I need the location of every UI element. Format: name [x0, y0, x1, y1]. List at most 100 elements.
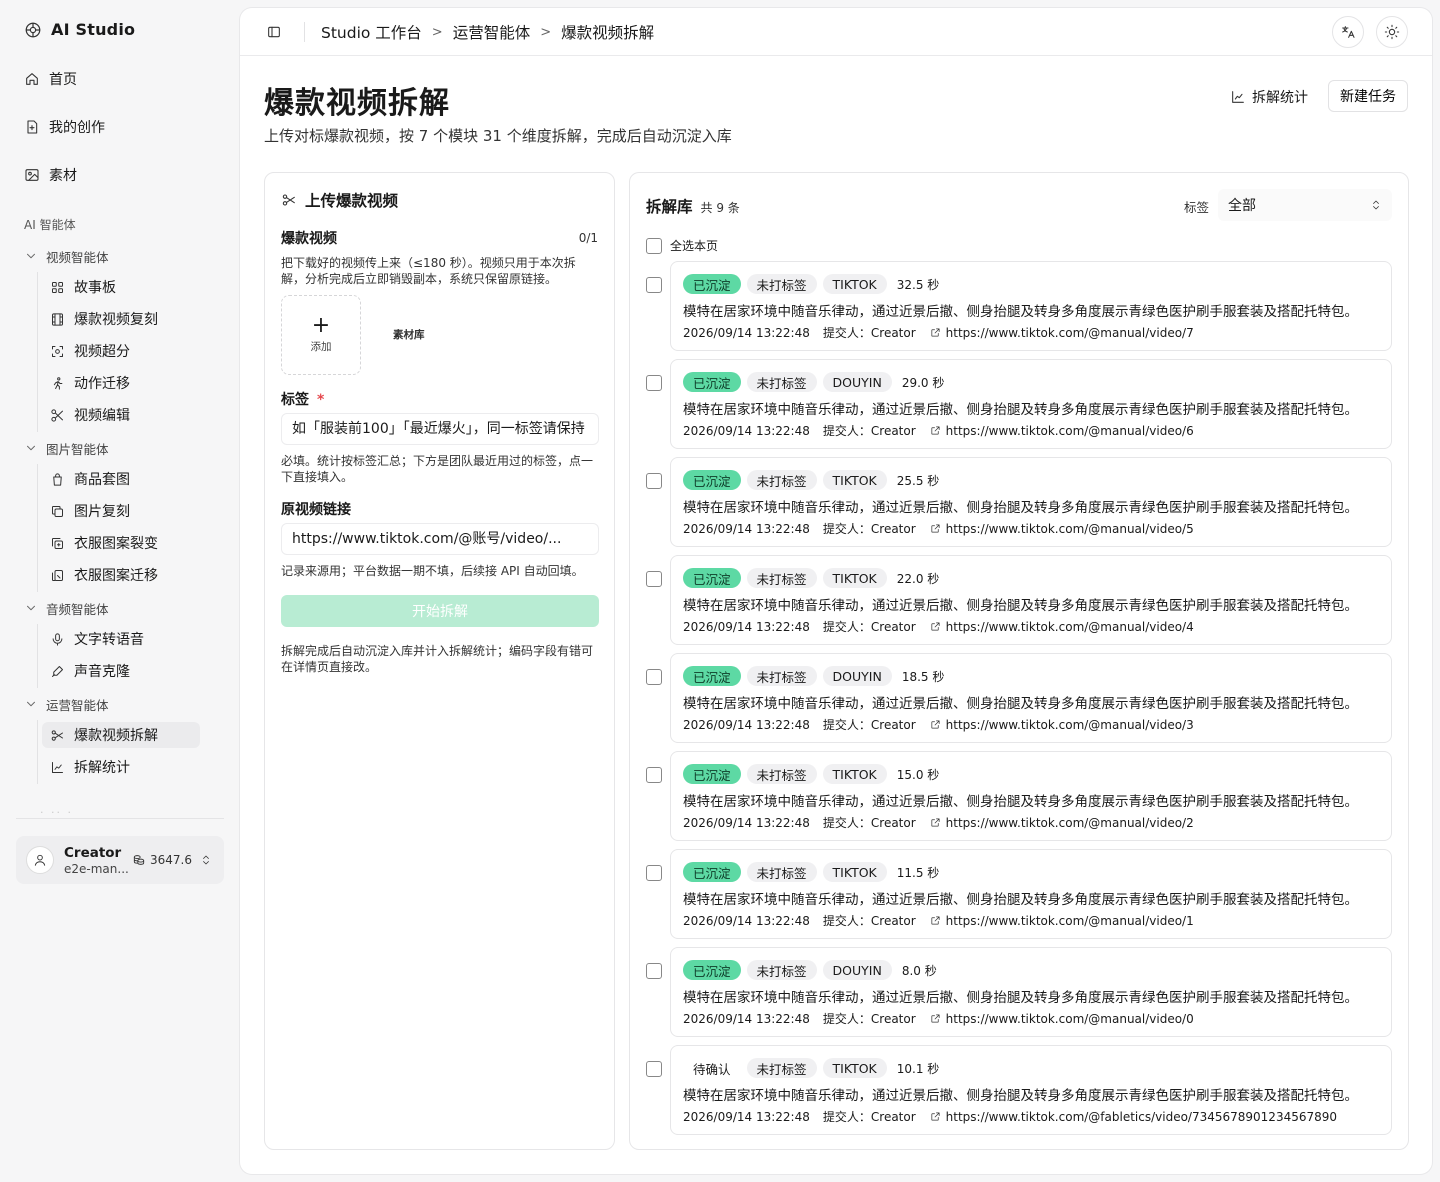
sidebar-item-voice-clone[interactable]: 声音克隆: [42, 658, 200, 684]
table-row[interactable]: 已沉淀 未打标签 TIKTOK 22.0 秒模特在居家环境中随音乐律动，通过近景后撤、…: [670, 555, 1392, 645]
status-badge: 已沉淀: [683, 470, 741, 490]
submitter-label: 提交人：: [822, 1012, 871, 1026]
source-link-input[interactable]: https://www.tiktok.com/@账号/video/...: [281, 523, 599, 555]
row-checkbox[interactable]: [646, 669, 662, 685]
row-checkbox[interactable]: [646, 571, 662, 587]
row-checkbox[interactable]: [646, 767, 662, 783]
status-badge: 已沉淀: [683, 274, 741, 294]
table-row[interactable]: 已沉淀 未打标签 DOUYIN 8.0 秒模特在居家环境中随音乐律动，通过近景后撤、侧…: [670, 947, 1392, 1037]
nav-materials[interactable]: 素材: [24, 163, 77, 187]
row-badges: 已沉淀 未打标签 DOUYIN 8.0 秒: [683, 960, 937, 980]
source-url-link[interactable]: https://www.tiktok.com/@manual/video/1: [946, 914, 1194, 928]
tag-input[interactable]: 如「服装前100」「最近爆火」，同一标签请保持: [281, 413, 599, 445]
source-url-link[interactable]: https://www.tiktok.com/@manual/video/5: [946, 522, 1194, 536]
breakdown-stats-link[interactable]: 拆解统计: [1230, 87, 1308, 107]
source-url-link[interactable]: https://www.tiktok.com/@manual/video/2: [946, 816, 1194, 830]
status-badge: 已沉淀: [683, 960, 741, 980]
sidebar-item-image-replicate[interactable]: 图片复刻: [42, 498, 200, 524]
table-row[interactable]: 已沉淀 未打标签 TIKTOK 25.5 秒模特在居家环境中随音乐律动，通过近景后撤、…: [670, 457, 1392, 547]
sidebar-item-pattern-variation[interactable]: 衣服图案裂变: [42, 530, 200, 556]
submitter-label: 提交人：: [822, 326, 871, 340]
user-menu[interactable]: Creator e2e-man... 3647.6: [16, 836, 224, 884]
nav-creations[interactable]: 我的创作: [24, 115, 105, 139]
footer-help-text: 拆解完成后自动沉淀入库并计入拆解统计；编码字段有错可在详情页直接改。: [281, 644, 594, 674]
group-image-agents[interactable]: 图片智能体: [24, 438, 109, 458]
row-description: 模特在居家环境中随音乐律动，通过近景后撤、侧身抬腿及转身多角度展示青绿色医护刷手…: [683, 794, 1358, 810]
table-row[interactable]: 待确认 未打标签 TIKTOK 10.1 秒模特在居家环境中随音乐律动，通过近景后撤、…: [670, 1045, 1392, 1135]
group-ops-agents[interactable]: 运营智能体: [24, 694, 109, 714]
source-url-link[interactable]: https://www.tiktok.com/@manual/video/7: [946, 326, 1194, 340]
tag-filter-select[interactable]: 全部: [1218, 189, 1392, 221]
upload-card: 上传爆款视频 爆款视频 0/1 把下载好的视频传上来（≤180 秒）。视频只用于…: [264, 172, 615, 1150]
row-badges: 已沉淀 未打标签 DOUYIN 18.5 秒: [683, 666, 944, 686]
table-row[interactable]: 已沉淀 未打标签 TIKTOK 15.0 秒模特在居家环境中随音乐律动，通过近景后撤、…: [670, 751, 1392, 841]
checkbox[interactable]: [646, 237, 662, 254]
sidebar: AI Studio 首页 我的创作 素材 AI 智能体 视频智能体 故事板 爆款…: [0, 0, 240, 1182]
row-meta: 2026/09/14 13:22:48 提交人： Creator https://ww…: [683, 814, 1194, 831]
row-badges: 已沉淀 未打标签 TIKTOK 32.5 秒: [683, 274, 939, 294]
group-audio-agents[interactable]: 音频智能体: [24, 598, 109, 618]
sidebar-item-viral-video-breakdown[interactable]: 爆款视频拆解: [42, 722, 200, 748]
link-help-text: 记录来源用；平台数据一期不填，后续接 API 自动回填。: [281, 564, 584, 578]
sidebar-item-pattern-transfer[interactable]: 衣服图案迁移: [42, 562, 200, 588]
library-count: 共 9 条: [700, 201, 740, 215]
sidebar-item-breakdown-stats[interactable]: 拆解统计: [42, 754, 200, 780]
table-row[interactable]: 已沉淀 未打标签 DOUYIN 18.5 秒模特在居家环境中随音乐律动，通过近景后撤、…: [670, 653, 1392, 743]
new-task-button[interactable]: 新建任务: [1328, 80, 1408, 112]
duration: 25.5 秒: [896, 473, 940, 488]
sidebar-item-label: 爆款视频复刻: [74, 312, 158, 328]
brand[interactable]: AI Studio: [24, 20, 135, 39]
row-meta: 2026/09/14 13:22:48 提交人： Creator https://ww…: [683, 618, 1194, 635]
sidebar-item-viral-video-replicate[interactable]: 爆款视频复刻: [42, 306, 200, 332]
sidebar-toggle-button[interactable]: [266, 24, 282, 40]
row-description: 模特在居家环境中随音乐律动，通过近景后撤、侧身抬腿及转身多角度展示青绿色医护刷手…: [683, 500, 1358, 516]
sidebar-item-motion-transfer[interactable]: 动作迁移: [42, 370, 200, 396]
sidebar-item-label: 声音克隆: [74, 664, 130, 680]
top-bar: Studio 工作台 > 运营智能体 > 爆款视频拆解: [240, 8, 1432, 56]
tree-line: [37, 272, 38, 432]
breadcrumb-item-ops[interactable]: 运营智能体: [453, 21, 531, 43]
external-link-icon: [931, 916, 940, 925]
sidebar-item-storyboard[interactable]: 故事板: [42, 274, 200, 300]
sidebar-item-text-to-speech[interactable]: 文字转语音: [42, 626, 200, 652]
material-library-link[interactable]: 素材库: [393, 327, 425, 342]
group-video-agents[interactable]: 视频智能体: [24, 246, 109, 266]
sidebar-item-video-upscale[interactable]: 视频超分: [42, 338, 200, 364]
language-button[interactable]: [1332, 16, 1364, 48]
row-checkbox[interactable]: [646, 473, 662, 489]
submitter-name: Creator: [870, 521, 916, 536]
nav-home[interactable]: 首页: [24, 67, 77, 91]
source-url-link[interactable]: https://www.tiktok.com/@manual/video/4: [946, 620, 1194, 634]
copy-icon: [52, 505, 63, 517]
source-url-link[interactable]: https://www.tiktok.com/@manual/video/3: [946, 718, 1194, 732]
chevron-down-icon: [27, 605, 35, 611]
sidebar-item-product-images[interactable]: 商品套图: [42, 466, 200, 492]
nav-materials-label: 素材: [49, 168, 77, 184]
row-checkbox[interactable]: [646, 963, 662, 979]
start-breakdown-button[interactable]: 开始拆解: [281, 595, 599, 627]
page-subtitle: 上传对标爆款视频，按 7 个模块 31 个维度拆解，完成后自动沉淀入库: [264, 127, 732, 145]
source-url-link[interactable]: https://www.tiktok.com/@manual/video/0: [946, 1012, 1194, 1026]
brand-icon: [25, 22, 41, 37]
row-checkbox[interactable]: [646, 1061, 662, 1077]
user-menu-toggle[interactable]: [200, 854, 212, 866]
table-row[interactable]: 已沉淀 未打标签 TIKTOK 11.5 秒模特在居家环境中随音乐律动，通过近景后撤、…: [670, 849, 1392, 939]
coins-icon: [133, 855, 145, 865]
sidebar-item-label: 动作迁移: [74, 376, 130, 392]
select-all-checkbox[interactable]: 全选本页: [646, 237, 718, 254]
scissors-icon: [51, 408, 63, 422]
duration: 10.1 秒: [896, 1061, 940, 1076]
breadcrumb-item-studio[interactable]: Studio 工作台: [321, 21, 422, 43]
sidebar-item-video-edit[interactable]: 视频编辑: [42, 402, 200, 428]
theme-toggle-button[interactable]: [1376, 16, 1408, 48]
add-video-button[interactable]: + 添加: [281, 295, 361, 375]
table-row[interactable]: 已沉淀 未打标签 DOUYIN 29.0 秒模特在居家环境中随音乐律动，通过近景后撤、…: [670, 359, 1392, 449]
row-checkbox[interactable]: [646, 865, 662, 881]
row-checkbox[interactable]: [646, 375, 662, 391]
table-row[interactable]: 已沉淀 未打标签 TIKTOK 32.5 秒模特在居家环境中随音乐律动，通过近景后撤、…: [670, 261, 1392, 351]
row-checkbox[interactable]: [646, 277, 662, 293]
row-time: 2026/09/14 13:22:48: [683, 619, 810, 634]
source-url-link[interactable]: https://www.tiktok.com/@fabletics/video/…: [946, 1110, 1337, 1124]
select-all-label: 全选本页: [670, 239, 719, 253]
source-url-link[interactable]: https://www.tiktok.com/@manual/video/6: [946, 424, 1194, 438]
